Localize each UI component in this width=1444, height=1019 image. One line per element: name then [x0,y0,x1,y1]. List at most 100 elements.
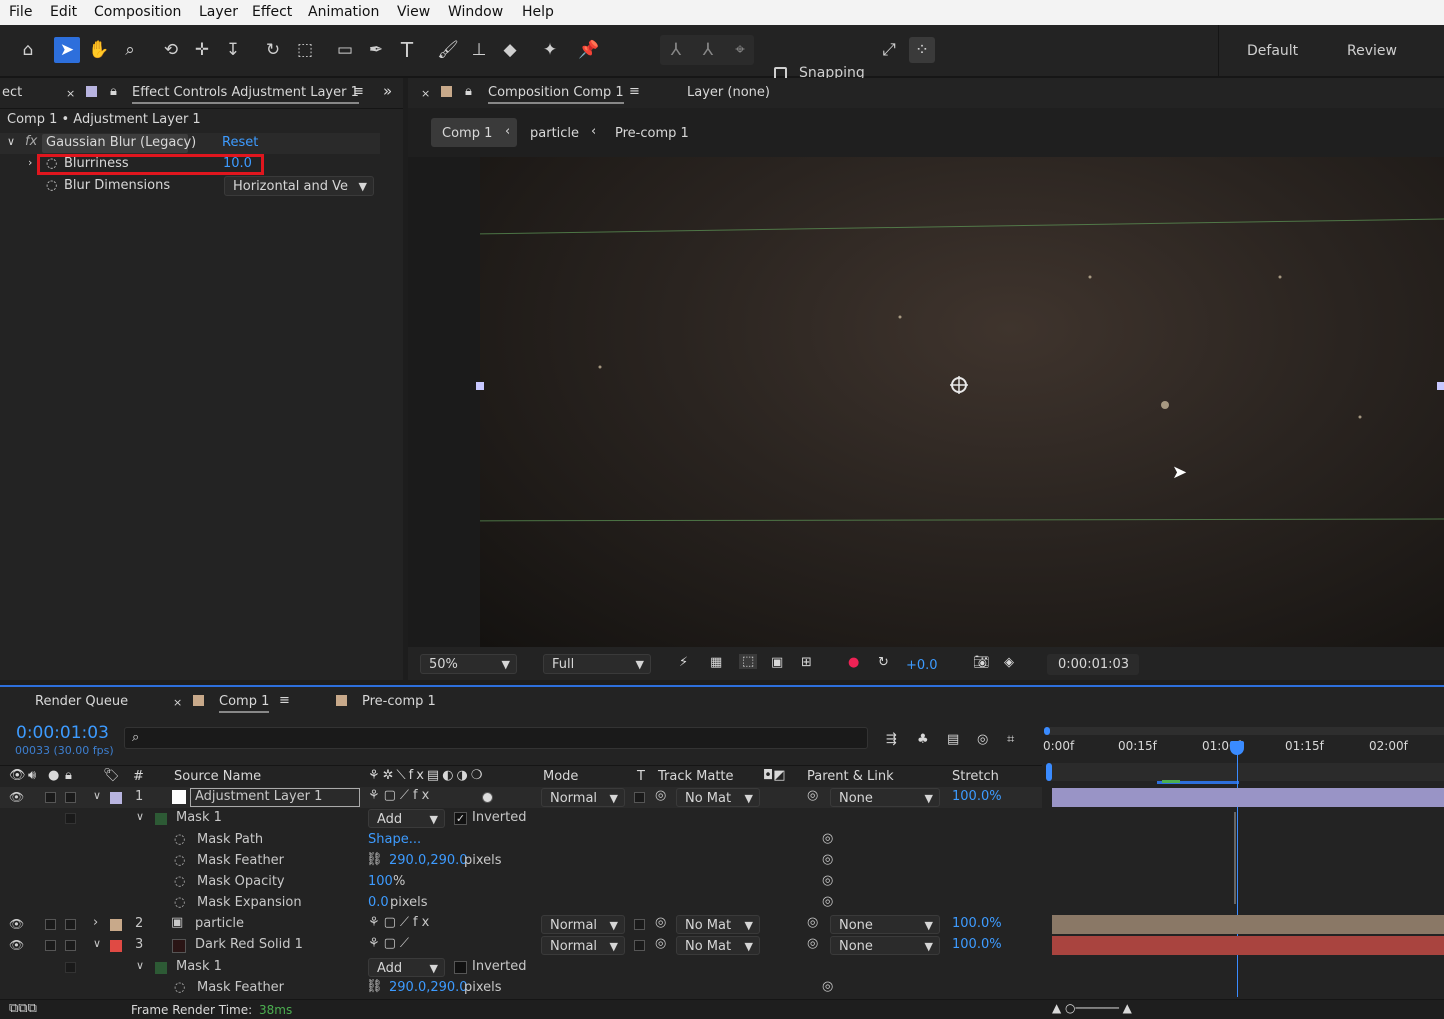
work-area-bar[interactable] [1046,727,1444,735]
dolly-camera-icon[interactable]: ↧ [220,37,246,63]
mask-opacity-value[interactable]: 100 [368,874,393,889]
brush-tool-icon[interactable]: 🖌 [435,37,461,63]
stopwatch-icon[interactable]: ◌ [174,980,185,995]
constrain-link-icon[interactable]: ⛓︎ [366,979,383,994]
mask-feather-value[interactable]: 290.0,290.0 [389,980,468,995]
switches-icon[interactable]: ⚘▢⟋fx [368,788,433,803]
panel-menu-icon[interactable]: ≡ [629,84,640,99]
zoom-tool-icon[interactable]: ⌕ [117,37,143,63]
switches-icon[interactable]: ⚘▢⟋fx [368,915,433,930]
home-icon[interactable]: ⌂ [15,37,41,63]
label-color[interactable] [110,919,122,931]
layer-row-1[interactable]: 👁︎ ∨ 1 Adjustment Layer 1 ⚘▢⟋fx Normal ▼ … [0,787,1042,808]
comp-viewer[interactable]: ➤ [408,157,1444,647]
frame-blending-icon[interactable]: ▤ [947,732,959,747]
render-queue-tab[interactable]: Render Queue [35,694,128,709]
expression-pick-whip-icon[interactable]: ◎ [822,979,833,994]
inverted-checkbox[interactable] [454,961,467,974]
clone-stamp-icon[interactable]: ⊥ [466,37,492,63]
mode-dropdown[interactable]: Normal ▼ [541,788,625,807]
mask-color[interactable] [155,813,167,825]
layer-name[interactable]: Dark Red Solid 1 [195,937,303,952]
draft-3d-icon[interactable]: ♣ [917,732,929,747]
rectangle-tool-icon[interactable]: ▭ [332,37,358,63]
layer-handle[interactable] [1437,382,1444,390]
matte-link-icon[interactable]: ◎ [655,788,666,803]
pick-whip-icon[interactable]: ◎ [807,788,818,803]
preserve-transparency-toggle[interactable] [634,940,645,951]
snap-features-icon[interactable]: ⁘ [909,37,935,63]
stopwatch-icon[interactable]: ◌ [46,178,57,193]
mask-color[interactable] [155,962,167,974]
project-tab[interactable]: ect [2,85,22,100]
work-area-handle[interactable] [1046,763,1052,781]
resolution-dropdown[interactable]: Full ▼ [543,654,651,674]
preserve-transparency-toggle[interactable] [634,792,645,803]
mask-path-value[interactable]: Shape... [368,832,421,847]
reset-button[interactable]: Reset [222,135,258,150]
parent-dropdown[interactable]: None ▼ [830,788,940,807]
breadcrumb-precomp[interactable]: Pre-comp 1 [615,126,689,141]
matte-link-icon[interactable]: ◎ [655,936,666,951]
expression-pick-whip-icon[interactable]: ◎ [822,831,833,846]
solo-toggle[interactable] [65,792,76,803]
eye-icon[interactable]: 👁︎ [9,790,24,804]
effect-controls-tab[interactable]: Effect Controls Adjustment Layer 1 [132,85,359,104]
mask-mode-dropdown[interactable]: Add ▼ [368,809,445,828]
lock-icon[interactable]: 🔒︎ [465,84,472,99]
exposure-value[interactable]: +0.0 [906,658,938,673]
chevron-down-icon[interactable]: ∨ [93,937,101,950]
chevron-down-icon[interactable]: ∨ [7,135,15,148]
col-source-name[interactable]: Source Name [174,769,261,784]
hand-tool-icon[interactable]: ✋ [86,37,112,63]
reset-exposure-icon[interactable]: ↻ [878,655,889,670]
chevron-down-icon[interactable]: ∨ [136,959,144,972]
menu-window[interactable]: Window [448,4,503,20]
stopwatch-icon[interactable]: ◌ [174,874,185,889]
rotate-tool-icon[interactable]: ↻ [260,37,286,63]
current-time[interactable]: 0:00:01:03 [16,723,109,743]
fx-icon[interactable]: fx [25,134,37,149]
breadcrumb-particle[interactable]: particle [530,126,579,141]
layer-bar-3[interactable] [1052,936,1444,955]
color-channels-icon[interactable]: ● [848,655,859,670]
motion-blur-icon[interactable]: ◎ [977,732,988,747]
layer-name[interactable]: particle [195,916,244,931]
menu-view[interactable]: View [397,4,430,20]
local-axis-icon[interactable]: ⅄ [663,37,689,63]
layer-row-3[interactable]: 👁︎ ∨ 3 Dark Red Solid 1 ⚘▢⟋ Normal ▼ ◎ No… [0,935,1042,956]
snapshot-icon[interactable]: 📷︎ [973,655,990,670]
view-axis-icon[interactable]: ⌖ [727,37,753,63]
mask-visibility-icon[interactable]: ⬚ [739,654,758,669]
switches-icon[interactable]: ⚘▢⟋ [368,936,413,951]
solo-toggle[interactable] [65,919,76,930]
workspace-default[interactable]: Default [1247,43,1298,59]
layer-bar-1[interactable] [1052,788,1444,807]
expression-pick-whip-icon[interactable]: ◎ [822,894,833,909]
stopwatch-icon[interactable]: ◌ [46,156,57,171]
audio-toggle[interactable] [45,940,56,951]
stretch-value[interactable]: 100.0% [952,916,1002,931]
mode-dropdown[interactable]: Normal ▼ [541,915,625,934]
comp-canvas[interactable] [480,157,1444,647]
close-icon[interactable]: × [421,87,430,100]
selection-tool-icon[interactable]: ➤ [54,37,80,63]
zoom-slider-icon[interactable]: ▲ ○────── ▲ [1052,1001,1132,1015]
composition-tab[interactable]: Composition Comp 1 [488,85,624,104]
layer-tab[interactable]: Layer (none) [687,85,770,100]
layer-row-2[interactable]: 👁︎ › 2 ▣ particle ⚘▢⟋fx Normal ▼ ◎ No Mat… [0,914,1042,935]
menu-file[interactable]: File [9,4,32,20]
close-icon[interactable]: × [173,696,182,709]
close-icon[interactable]: × [66,87,75,100]
stopwatch-icon[interactable]: ◌ [174,853,185,868]
menu-animation[interactable]: Animation [308,4,379,20]
track-matte-dropdown[interactable]: No Mat ▼ [676,788,760,807]
graph-editor-icon[interactable]: ⌗ [1007,732,1014,747]
transparency-grid-icon[interactable]: ▦ [710,655,722,670]
grid-guides-icon[interactable]: ⊞ [801,655,812,670]
audio-toggle[interactable] [45,919,56,930]
pen-tool-icon[interactable]: ✒ [363,37,389,63]
mode-dropdown[interactable]: Normal ▼ [541,936,625,955]
mask-name[interactable]: Mask 1 [176,810,222,825]
pan-behind-icon[interactable]: ⬚ [292,37,318,63]
